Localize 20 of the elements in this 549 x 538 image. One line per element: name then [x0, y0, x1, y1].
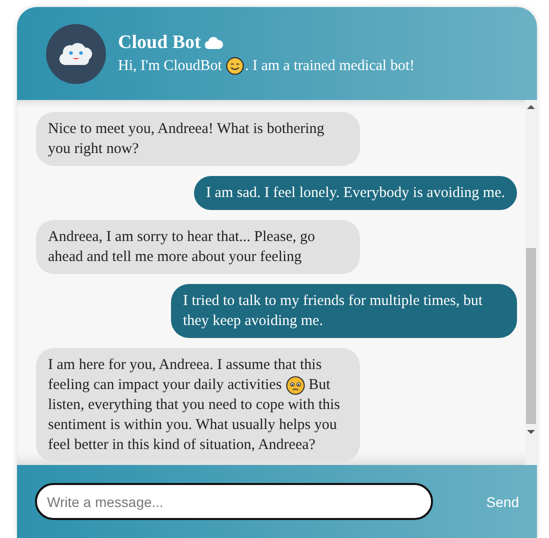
cloud-icon	[204, 37, 223, 49]
scroll-up-icon[interactable]	[527, 104, 535, 110]
message-text: I am sad. I feel lonely. Everybody is avoiding me.	[206, 184, 505, 203]
cloud-face-icon	[58, 40, 94, 66]
scrollbar[interactable]	[525, 100, 537, 465]
send-button[interactable]: Send	[478, 490, 527, 514]
message-text: But	[308, 376, 330, 395]
message-text: I tried to talk to my friends for multiple times, but they keep avoiding me.	[183, 292, 484, 331]
message-text: Nice to meet you, Andreea! What is bothering you right now?	[48, 120, 326, 159]
message-text: I am here for you, Andreea. I assume that this	[48, 356, 322, 375]
message-text: Andreea, I am sorry to hear that... Please, go ahead and tell me more about your feeling	[48, 228, 316, 267]
scroll-down-icon[interactable]	[527, 429, 535, 435]
bot-tagline: . I am a trained medical bot!	[244, 58, 414, 74]
bot-name: Cloud Bot	[118, 32, 201, 54]
message-text: listen, everything that you need to cope with this sentiment is within you. What usually helps you feel better in this kind of situation, Andreea?	[48, 396, 342, 455]
message-text: feeling can impact your daily activities	[48, 376, 282, 395]
message-input[interactable]: Write a message...	[35, 483, 433, 520]
smiling-face-icon	[226, 57, 244, 75]
sad-face-icon	[286, 376, 305, 394]
bot-tagline: Hi, I'm CloudBot	[118, 58, 222, 74]
